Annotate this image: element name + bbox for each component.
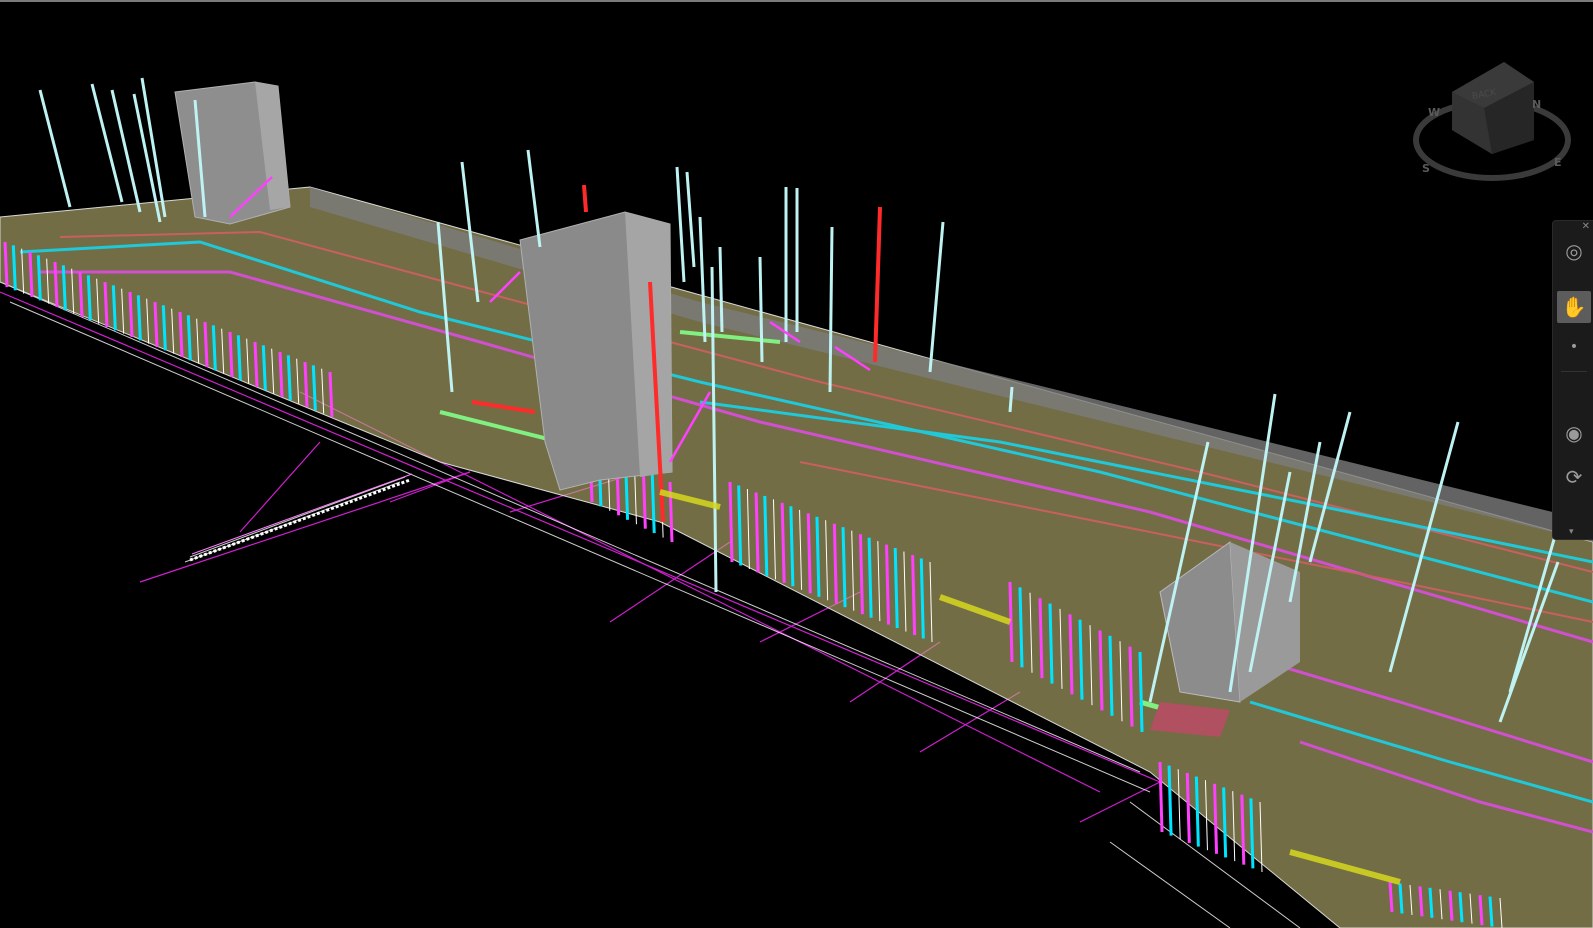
- wall-stud: [858, 534, 864, 615]
- wall-stud: [161, 305, 167, 351]
- wall-stud: [186, 315, 192, 361]
- wall-stud: [103, 281, 109, 328]
- front-conduit: [189, 478, 411, 562]
- wall-stud: [1428, 887, 1434, 918]
- wall-stud: [1478, 894, 1484, 926]
- zoom-icon[interactable]: •: [1557, 331, 1591, 363]
- wall-stud: [128, 291, 134, 338]
- wall-stud: [1194, 776, 1200, 847]
- wall-stud: [278, 351, 284, 398]
- wall-stud: [1185, 772, 1191, 843]
- 3d-viewport[interactable]: BACK W S E N ✕ ◎ ✋ • ◉ ⟳ ▾: [0, 2, 1593, 928]
- wall-stud: [867, 537, 873, 618]
- wall-stud: [1068, 614, 1074, 695]
- wall-stud: [1078, 619, 1084, 700]
- wall-stud: [815, 516, 821, 597]
- navigation-bar: ✕ ◎ ✋ • ◉ ⟳ ▾: [1552, 220, 1593, 540]
- wall-stud: [1249, 798, 1255, 869]
- wall-stud: [754, 492, 760, 573]
- wall-stud: [1418, 886, 1424, 917]
- wall-stud: [261, 345, 267, 391]
- wall-stud: [763, 495, 769, 576]
- wall-stud: [178, 311, 184, 358]
- wall-stud: [1222, 787, 1228, 858]
- wall-stud: [641, 468, 647, 529]
- wall-stud: [211, 325, 217, 371]
- wall-stud: [153, 301, 159, 348]
- wall-stud: [236, 335, 242, 381]
- vent-pipe: [685, 171, 696, 268]
- wall-stud: [1213, 783, 1219, 854]
- wall-stud: [885, 544, 891, 625]
- wall-stud: [1488, 896, 1494, 927]
- wall-stud: [1008, 581, 1014, 663]
- wall-stud: [1448, 890, 1454, 921]
- wall-stud: [286, 355, 292, 401]
- orbit-icon[interactable]: ◉: [1557, 417, 1591, 449]
- wall-stud: [328, 371, 334, 418]
- wall-stud: [228, 331, 234, 378]
- wall-stud: [311, 365, 317, 411]
- close-icon[interactable]: ✕: [1582, 221, 1590, 232]
- wall-stud: [780, 502, 786, 583]
- viewcube[interactable]: BACK W S E N: [1412, 60, 1572, 190]
- vent-pipe: [675, 166, 686, 283]
- compass-west[interactable]: W: [1428, 106, 1440, 119]
- pan-hand-icon[interactable]: ✋: [1557, 291, 1591, 323]
- nav-separator: [1561, 371, 1587, 372]
- wall-stud: [668, 481, 674, 543]
- wall-stud: [728, 481, 734, 563]
- wall-stud: [806, 513, 812, 594]
- vent-pipe: [758, 256, 764, 363]
- vent-pipe: [828, 226, 834, 393]
- vent-pipe: [718, 246, 724, 333]
- wall-stud: [253, 341, 259, 388]
- vent-pipe: [38, 89, 72, 208]
- wall-stud: [832, 523, 838, 604]
- wall-stud: [1167, 765, 1173, 836]
- wall-stud: [303, 361, 309, 408]
- wall-stud: [650, 473, 656, 534]
- vent-pipe: [1008, 386, 1014, 413]
- vent-pipe: [90, 83, 124, 203]
- building-model: [0, 77, 1593, 928]
- chevron-down-icon[interactable]: ▾: [1569, 527, 1574, 537]
- wall-stud: [203, 321, 209, 368]
- wall-stud: [1388, 881, 1394, 913]
- wall-stud: [136, 295, 142, 341]
- wall-stud: [1128, 646, 1134, 727]
- wall-stud: [1098, 630, 1104, 711]
- wall-stud: [893, 548, 899, 629]
- wall-stud: [1458, 892, 1464, 923]
- wall-stud: [28, 251, 34, 298]
- wall-stud: [1048, 603, 1054, 684]
- wall-stud: [737, 485, 743, 566]
- wall-stud: [919, 558, 925, 639]
- wall-stud: [36, 255, 42, 301]
- steeringwheel-icon[interactable]: ◎: [1557, 235, 1591, 267]
- wall-stud: [1138, 651, 1144, 733]
- wall-stud: [86, 275, 92, 321]
- wall-stud: [1108, 635, 1114, 716]
- wall-stud: [789, 506, 795, 587]
- wall-stud: [78, 271, 84, 318]
- wall-stud: [11, 245, 17, 291]
- compass-north[interactable]: N: [1532, 98, 1541, 111]
- wall-stud: [3, 241, 9, 288]
- wall-stud: [1398, 883, 1404, 914]
- vent-pipe: [928, 221, 945, 373]
- wall-stud: [1018, 587, 1024, 668]
- wall-stud: [53, 261, 59, 308]
- compass-east[interactable]: E: [1554, 156, 1562, 169]
- wall-stud: [841, 527, 847, 608]
- compass-south[interactable]: S: [1422, 162, 1430, 175]
- lookaround-icon[interactable]: ⟳: [1557, 461, 1591, 493]
- wall-stud: [1240, 794, 1246, 865]
- wall-stud: [1038, 598, 1044, 679]
- vent-pipe: [526, 149, 542, 248]
- wall-stud: [1158, 761, 1164, 833]
- wall-stud: [111, 285, 117, 331]
- wall-stud: [911, 555, 917, 636]
- wall-stud: [61, 265, 67, 311]
